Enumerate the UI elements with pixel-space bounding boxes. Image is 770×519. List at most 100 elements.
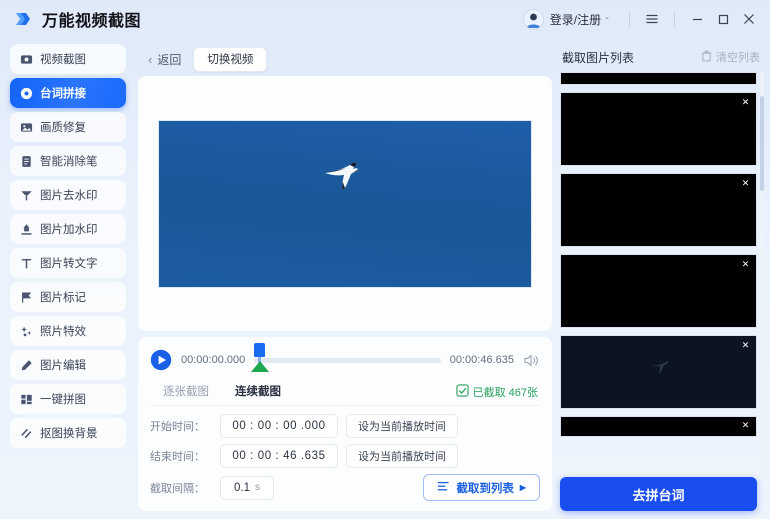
blue-arrow-logo-icon xyxy=(14,9,34,29)
add-watermark-icon xyxy=(19,222,33,236)
sidebar-item-background-remove[interactable]: 抠图换背景 xyxy=(10,418,126,448)
remove-thumbnail-icon[interactable]: ✕ xyxy=(740,340,751,351)
subtitle-stitch-icon xyxy=(19,86,33,100)
sidebar-item-label: 图片去水印 xyxy=(40,190,98,202)
end-time-label: 结束时间： xyxy=(150,451,205,463)
photo-effects-icon xyxy=(19,324,33,338)
bird-graphic xyxy=(651,359,673,380)
back-label: 返回 xyxy=(157,52,182,67)
minimize-icon[interactable] xyxy=(684,7,710,31)
interval-label: 截取间隔： xyxy=(150,482,205,495)
video-capture-icon xyxy=(19,52,33,66)
sidebar-item-image-to-text[interactable]: 图片转文字 xyxy=(10,248,126,278)
sidebar-item-remove-watermark[interactable]: 图片去水印 xyxy=(10,180,126,210)
player-row: 00:00:00.000 00:00:46.635 xyxy=(150,343,540,375)
thumbnail-item[interactable]: ✕ xyxy=(560,254,757,328)
sidebar-item-image-restore[interactable]: 画质修复 xyxy=(10,112,126,142)
close-icon[interactable] xyxy=(736,7,762,31)
thumbnail-item[interactable]: ✕ xyxy=(560,92,757,166)
sidebar-item-smart-eraser[interactable]: 智能消除笔 xyxy=(10,146,126,176)
sidebar-item-label: 视频截图 xyxy=(40,54,86,66)
sidebar-item-label: 抠图换背景 xyxy=(40,428,98,440)
set-end-to-current-button[interactable]: 设为当前播放时间 xyxy=(346,444,458,468)
sidebar-item-label: 智能消除笔 xyxy=(40,156,98,168)
captured-list-title: 截取图片列表 xyxy=(562,50,635,65)
controls-card: 00:00:00.000 00:00:46.635 逐张截图 连续截图 已截取 … xyxy=(138,337,552,511)
thumbnail-scrollbar[interactable] xyxy=(760,72,764,469)
current-time: 00:00:00.000 xyxy=(181,354,246,366)
capture-to-list-label: 截取到列表 xyxy=(456,482,514,495)
sidebar-item-label: 图片加水印 xyxy=(40,224,98,236)
thumbnail-item[interactable] xyxy=(560,72,757,85)
sidebar-item-subtitle-stitch[interactable]: 台词拼接 xyxy=(10,78,126,108)
captured-list-header: 截取图片列表 清空列表 xyxy=(560,42,764,72)
capture-form: 开始时间： 00 : 00 : 00 .000 设为当前播放时间 结束时间： 0… xyxy=(150,406,540,501)
clear-list-button[interactable]: 清空列表 xyxy=(701,49,760,65)
remove-thumbnail-icon[interactable]: ✕ xyxy=(740,259,751,270)
sidebar-item-add-watermark[interactable]: 图片加水印 xyxy=(10,214,126,244)
end-time-row: 结束时间： 00 : 00 : 46 .635 设为当前播放时间 xyxy=(150,444,540,468)
video-preview[interactable] xyxy=(158,119,532,288)
volume-icon[interactable] xyxy=(523,352,540,369)
sidebar-item-label: 图片编辑 xyxy=(40,360,86,372)
sidebar-item-label: 画质修复 xyxy=(40,122,86,134)
image-to-text-icon xyxy=(19,256,33,270)
sidebar: 视频截图 台词拼接 画质修复 智能消除笔 图片去水印 图片加水印 图片转文字 图… xyxy=(0,38,134,519)
video-stage xyxy=(138,76,552,331)
playhead-marker[interactable] xyxy=(254,343,266,365)
sidebar-item-label: 台词拼接 xyxy=(40,88,86,100)
thumbnail-item[interactable]: ✕ xyxy=(560,416,757,437)
captured-count: 已截取 467张 xyxy=(455,384,538,400)
sidebar-item-label: 图片标记 xyxy=(40,292,86,304)
image-edit-icon xyxy=(19,358,33,372)
end-time-input[interactable]: 00 : 00 : 46 .635 xyxy=(220,444,338,468)
sidebar-item-image-edit[interactable]: 图片编辑 xyxy=(10,350,126,380)
thumbnail-list[interactable]: ✕ ✕ ✕ ✕ ✕ xyxy=(560,72,764,469)
tab-single-capture[interactable]: 逐张截图 xyxy=(150,379,222,405)
right-panel: 截取图片列表 清空列表 ✕ ✕ ✕ ✕ ✕ 去拼台词 xyxy=(558,38,770,519)
remove-thumbnail-icon[interactable]: ✕ xyxy=(740,420,751,431)
thumbnail-item[interactable]: ✕ xyxy=(560,335,757,409)
account-button[interactable]: 登录/注册 ⌄ xyxy=(522,8,610,30)
tab-continuous-capture[interactable]: 连续截图 xyxy=(222,379,294,405)
total-time: 00:00:46.635 xyxy=(449,354,514,366)
interval-unit: s xyxy=(255,482,260,493)
set-start-to-current-button[interactable]: 设为当前播放时间 xyxy=(346,414,458,438)
remove-thumbnail-icon[interactable]: ✕ xyxy=(740,178,751,189)
switch-video-button[interactable]: 切换视频 xyxy=(193,46,268,72)
sidebar-item-label: 照片特效 xyxy=(40,326,86,338)
interval-row: 截取间隔： 0.1 s 截取到列表 ▶ xyxy=(150,474,540,501)
timeline-slider[interactable] xyxy=(251,343,441,372)
back-button[interactable]: ‹ 返回 xyxy=(148,51,181,68)
capture-mode-tabs: 逐张截图 连续截图 已截取 467张 xyxy=(150,379,540,406)
trash-icon xyxy=(701,50,712,65)
sidebar-item-video-capture[interactable]: 视频截图 xyxy=(10,44,126,74)
start-time-input[interactable]: 00 : 00 : 00 .000 xyxy=(220,414,338,438)
play-circle-icon[interactable] xyxy=(150,349,172,371)
hamburger-menu-icon[interactable] xyxy=(639,7,665,31)
capture-to-list-button[interactable]: 截取到列表 ▶ xyxy=(423,474,540,501)
scrollbar-thumb[interactable] xyxy=(760,95,764,192)
smart-eraser-icon xyxy=(19,154,33,168)
collage-icon xyxy=(19,392,33,406)
maximize-icon[interactable] xyxy=(710,7,736,31)
image-restore-icon xyxy=(19,120,33,134)
thumbnail-item[interactable]: ✕ xyxy=(560,173,757,247)
avatar xyxy=(522,8,544,30)
range-start-marker[interactable] xyxy=(251,361,270,372)
start-time-label: 开始时间： xyxy=(150,421,205,433)
play-arrow-icon: ▶ xyxy=(519,483,526,492)
sidebar-item-photo-effects[interactable]: 照片特效 xyxy=(10,316,126,346)
background-remove-icon xyxy=(19,426,33,440)
remove-watermark-icon xyxy=(19,188,33,202)
clear-list-label: 清空列表 xyxy=(716,52,760,64)
app-window: 万能视频截图 登录/注册 ⌄ 视频截图 台词拼接 画质修复 智能消除笔 图片去水… xyxy=(0,0,770,519)
go-stitch-subtitle-button[interactable]: 去拼台词 xyxy=(560,477,757,511)
list-lines-icon xyxy=(437,481,450,495)
interval-input[interactable]: 0.1 s xyxy=(220,475,274,500)
titlebar-divider-1 xyxy=(629,11,630,27)
remove-thumbnail-icon[interactable]: ✕ xyxy=(740,97,751,108)
sidebar-item-label: 图片转文字 xyxy=(40,258,98,270)
sidebar-item-image-mark[interactable]: 图片标记 xyxy=(10,282,126,312)
sidebar-item-collage[interactable]: 一键拼图 xyxy=(10,384,126,414)
